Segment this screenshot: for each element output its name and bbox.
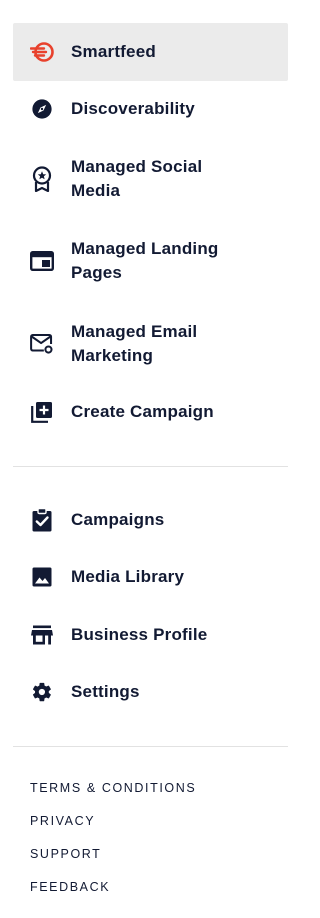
nav-item-settings[interactable]: Settings — [13, 670, 288, 714]
nav-label-managed-landing-pages: Managed Landing Pages — [71, 239, 219, 282]
nav-item-smartfeed[interactable]: Smartfeed — [13, 23, 288, 81]
add-to-queue-icon — [30, 400, 54, 424]
nav-item-create-campaign[interactable]: Create Campaign — [13, 390, 288, 434]
nav-label-smartfeed: Smartfeed — [71, 42, 156, 61]
nav-label-settings: Settings — [71, 682, 140, 701]
nav-label-media-library: Media Library — [71, 567, 185, 586]
sidebar: Smartfeed Discoverability Managed Social… — [0, 0, 300, 918]
browser-window-icon — [30, 249, 54, 273]
nav-item-discoverability[interactable]: Discoverability — [13, 87, 288, 131]
footer-link-feedback[interactable]: FEEDBACK — [30, 879, 110, 895]
nav-item-media-library[interactable]: Media Library — [13, 555, 288, 599]
nav-label-create-campaign: Create Campaign — [71, 402, 214, 421]
nav-item-business-profile[interactable]: Business Profile — [13, 613, 288, 657]
smartfeed-logo-icon — [30, 40, 54, 64]
email-icon — [30, 332, 54, 356]
image-icon — [30, 565, 54, 589]
clipboard-check-icon — [30, 508, 54, 532]
nav-divider-top — [13, 466, 288, 467]
nav-item-managed-landing-pages[interactable]: Managed Landing Pages — [13, 235, 288, 287]
nav-label-discoverability: Discoverability — [71, 99, 195, 118]
gear-icon — [30, 680, 54, 704]
footer-link-privacy[interactable]: PRIVACY — [30, 813, 95, 829]
storefront-icon — [30, 623, 54, 647]
award-badge-icon — [30, 166, 54, 192]
nav-item-campaigns[interactable]: Campaigns — [13, 498, 288, 542]
footer-link-terms[interactable]: TERMS & CONDITIONS — [30, 780, 196, 796]
nav-label-managed-email-marketing: Managed Email Marketing — [71, 322, 198, 365]
compass-icon — [30, 97, 54, 121]
nav-divider-bottom — [13, 746, 288, 747]
nav-label-campaigns: Campaigns — [71, 510, 165, 529]
nav-item-managed-social-media[interactable]: Managed Social Media — [13, 153, 288, 205]
nav-label-managed-social-media: Managed Social Media — [71, 157, 203, 200]
footer-link-support[interactable]: SUPPORT — [30, 846, 101, 862]
nav-item-managed-email-marketing[interactable]: Managed Email Marketing — [13, 318, 288, 370]
nav-label-business-profile: Business Profile — [71, 625, 208, 644]
